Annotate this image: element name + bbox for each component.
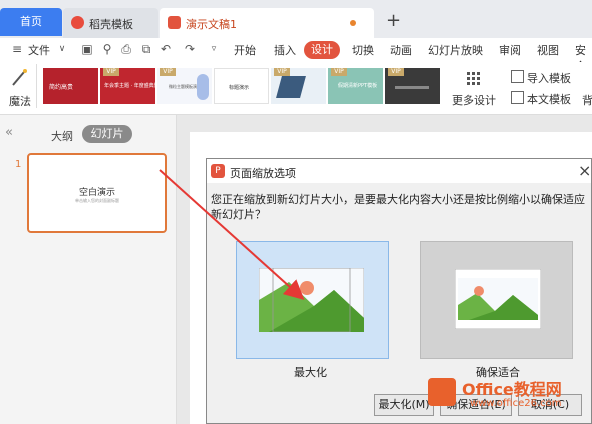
- presentation-icon: [168, 16, 181, 29]
- text-template-icon[interactable]: [511, 91, 524, 104]
- tab-template-label: 稻壳模板: [89, 18, 133, 31]
- menu-design[interactable]: 设计: [304, 41, 340, 59]
- more-design-button[interactable]: 更多设计: [452, 92, 496, 108]
- template-thumbnail[interactable]: 简约高贵: [43, 68, 98, 104]
- grid-icon[interactable]: [467, 72, 481, 86]
- import-template-button[interactable]: 导入模板: [527, 70, 571, 86]
- tab-template[interactable]: 稻壳模板: [63, 8, 158, 38]
- menu-start[interactable]: 开始: [234, 42, 256, 58]
- tab-slides[interactable]: 幻灯片: [82, 125, 132, 143]
- collapse-panel-icon[interactable]: «: [5, 125, 13, 140]
- quick-access-dropdown-icon[interactable]: ▿: [207, 42, 221, 56]
- template-thumbnail[interactable]: VIP: [271, 68, 326, 104]
- menu-view[interactable]: 视图: [537, 42, 559, 58]
- office-logo-icon: [428, 378, 456, 406]
- menu-animation[interactable]: 动画: [390, 42, 412, 58]
- docer-logo-icon: [71, 16, 84, 29]
- save-icon[interactable]: ▣: [80, 42, 94, 56]
- menu-insert[interactable]: 插入: [274, 42, 296, 58]
- menu-review[interactable]: 审阅: [499, 42, 521, 58]
- background-button[interactable]: 背: [582, 92, 592, 108]
- chevron-down-icon[interactable]: ∨: [55, 42, 69, 56]
- text-template-button[interactable]: 本文模板: [527, 91, 571, 107]
- tab-document-label: 演示文稿1: [186, 18, 237, 31]
- unsaved-dot-icon: [350, 20, 356, 26]
- slide-thumb-subtitle: 单击输入您的封面副标题: [75, 198, 119, 203]
- maximize-illustration: [259, 268, 364, 332]
- ribbon-divider: [36, 64, 37, 108]
- template-thumbnail[interactable]: VIP 假期清新PPT模板: [328, 68, 383, 104]
- dialog-message: 您正在缩放到新幻灯片大小，是要最大化内容大小还是按比例缩小以确保适应新幻灯片？: [211, 193, 585, 221]
- slide-number: 1: [15, 159, 22, 170]
- wps-presentation-icon: P: [211, 164, 225, 178]
- menu-slideshow[interactable]: 幻灯片放映: [428, 42, 483, 58]
- watermark-brand: Office教程网: [462, 380, 562, 399]
- menu-file[interactable]: 文件: [28, 42, 50, 58]
- option-maximize[interactable]: [236, 241, 389, 359]
- undo-icon[interactable]: ↶: [159, 42, 173, 56]
- magic-button-label[interactable]: 魔法: [9, 93, 31, 109]
- close-icon[interactable]: ×: [578, 161, 591, 180]
- dialog-title: 页面缩放选项: [230, 167, 296, 180]
- new-tab-button[interactable]: +: [386, 10, 401, 31]
- tab-document[interactable]: 演示文稿1: [160, 8, 374, 38]
- ensure-fit-illustration: [455, 269, 541, 329]
- slide-thumbnail[interactable]: 空白演示 单击输入您的封面副标题: [27, 153, 167, 233]
- hamburger-icon[interactable]: ≡: [10, 42, 24, 56]
- print-preview-icon[interactable]: ⧉: [139, 42, 153, 56]
- redo-icon[interactable]: ↷: [183, 42, 197, 56]
- template-thumbnail[interactable]: VIP: [385, 68, 440, 104]
- magic-wand-icon[interactable]: [10, 67, 28, 87]
- tab-home[interactable]: 首页: [0, 8, 62, 36]
- option-maximize-label: 最大化: [294, 366, 327, 379]
- format-painter-icon[interactable]: ⚲: [100, 42, 114, 56]
- maximize-button[interactable]: 最大化(M): [374, 394, 434, 416]
- template-thumbnail[interactable]: VIP 年会季主题 · 年度盛典颁奖: [100, 68, 164, 104]
- template-thumbnail[interactable]: 标题演示: [214, 68, 269, 104]
- menu-transition[interactable]: 切换: [352, 42, 374, 58]
- watermark-url: www.office26.com: [470, 398, 562, 409]
- print-icon[interactable]: ⎙: [119, 42, 133, 56]
- slide-thumb-title: 空白演示: [78, 188, 115, 198]
- tab-outline[interactable]: 大纲: [51, 128, 73, 144]
- option-ensure-fit[interactable]: [420, 241, 573, 359]
- import-template-icon[interactable]: [511, 70, 524, 83]
- template-thumbnail[interactable]: VIP 微粒主题模板演示: [157, 68, 212, 104]
